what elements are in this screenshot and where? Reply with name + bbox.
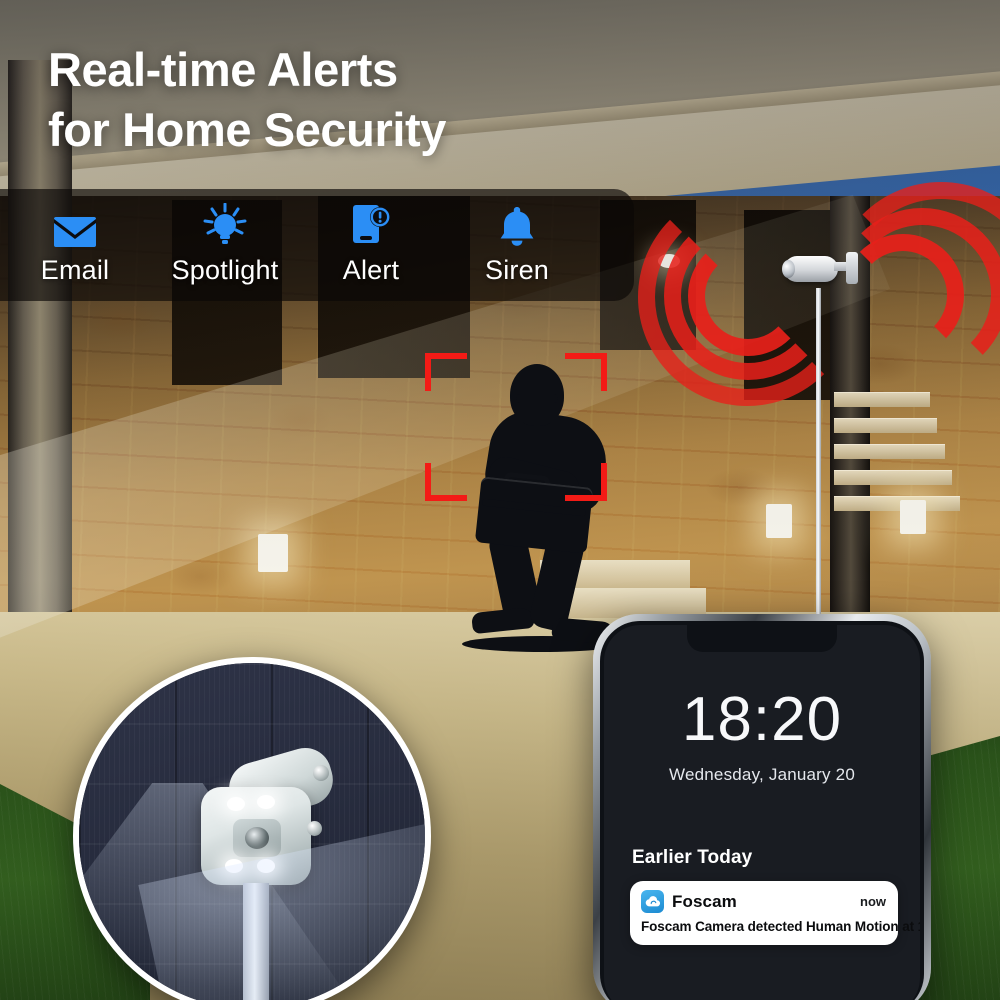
feature-label: Siren [484, 254, 550, 285]
siren-signal-waves [638, 182, 1000, 406]
wall-light [900, 500, 926, 534]
camera-pole [816, 288, 821, 618]
notification-card[interactable]: Foscam now Foscam Camera detected Human … [630, 881, 920, 945]
notification-header: Foscam now [641, 890, 886, 913]
camera-lens [233, 819, 281, 857]
feature-item-alert[interactable]: Alert [300, 204, 442, 286]
camera-led [227, 797, 245, 811]
camera-mount [846, 252, 858, 284]
notifications-section-title: Earlier Today [632, 847, 753, 868]
marketing-banner: Real-time Alerts for Home Security Email [0, 0, 1000, 1000]
camera-lens [782, 260, 795, 278]
feature-label: Spotlight [171, 254, 279, 285]
lockscreen-date: Wednesday, January 20 [669, 765, 855, 784]
headline-line-2: for Home Security [48, 102, 447, 156]
lockscreen-clock: 18:20 [681, 685, 843, 754]
red-detection-bracket [425, 353, 607, 501]
wall-light [766, 504, 792, 538]
outdoor-bullet-camera [782, 250, 860, 294]
phone-alert-icon [351, 204, 391, 249]
feature-item-spotlight[interactable]: Spotlight [150, 202, 300, 286]
smartphone-mockup: 18:20 Wednesday, January 20 Earlier Toda… [593, 614, 931, 1000]
envelope-icon [53, 205, 97, 249]
inset-bullet-camera [195, 741, 345, 1000]
feature-label: Email [40, 254, 110, 285]
lightbulb-icon [202, 202, 248, 249]
phone-frame: 18:20 Wednesday, January 20 Earlier Toda… [593, 614, 931, 1000]
phone-notch [687, 625, 837, 652]
headline-line-1: Real-time Alerts [48, 43, 398, 96]
notification-timestamp: now [860, 894, 886, 909]
feature-item-siren[interactable]: Siren [442, 205, 592, 286]
notification-message: Foscam Camera detected Human Motion at 1… [641, 919, 920, 934]
camera-led [225, 859, 243, 873]
wall-light [258, 534, 288, 572]
camera-led [257, 795, 275, 809]
phone-lock-screen[interactable]: 18:20 Wednesday, January 20 Earlier Toda… [604, 625, 920, 1000]
notification-app-name: Foscam [672, 891, 737, 911]
camera-led [257, 859, 275, 873]
bell-icon [496, 205, 538, 249]
foscam-cloud-icon [641, 890, 664, 913]
stone-stairs [834, 392, 960, 542]
page-title: Real-time Alerts for Home Security [48, 40, 688, 159]
feature-item-email[interactable]: Email [0, 205, 150, 286]
camera-closeup-inset [73, 657, 431, 1000]
phone-bezel: 18:20 Wednesday, January 20 Earlier Toda… [600, 621, 924, 1000]
feature-label: Alert [342, 254, 400, 285]
camera-downpipe [243, 883, 269, 1000]
feature-bar: Email Spotlight Alert Siren [0, 189, 634, 301]
